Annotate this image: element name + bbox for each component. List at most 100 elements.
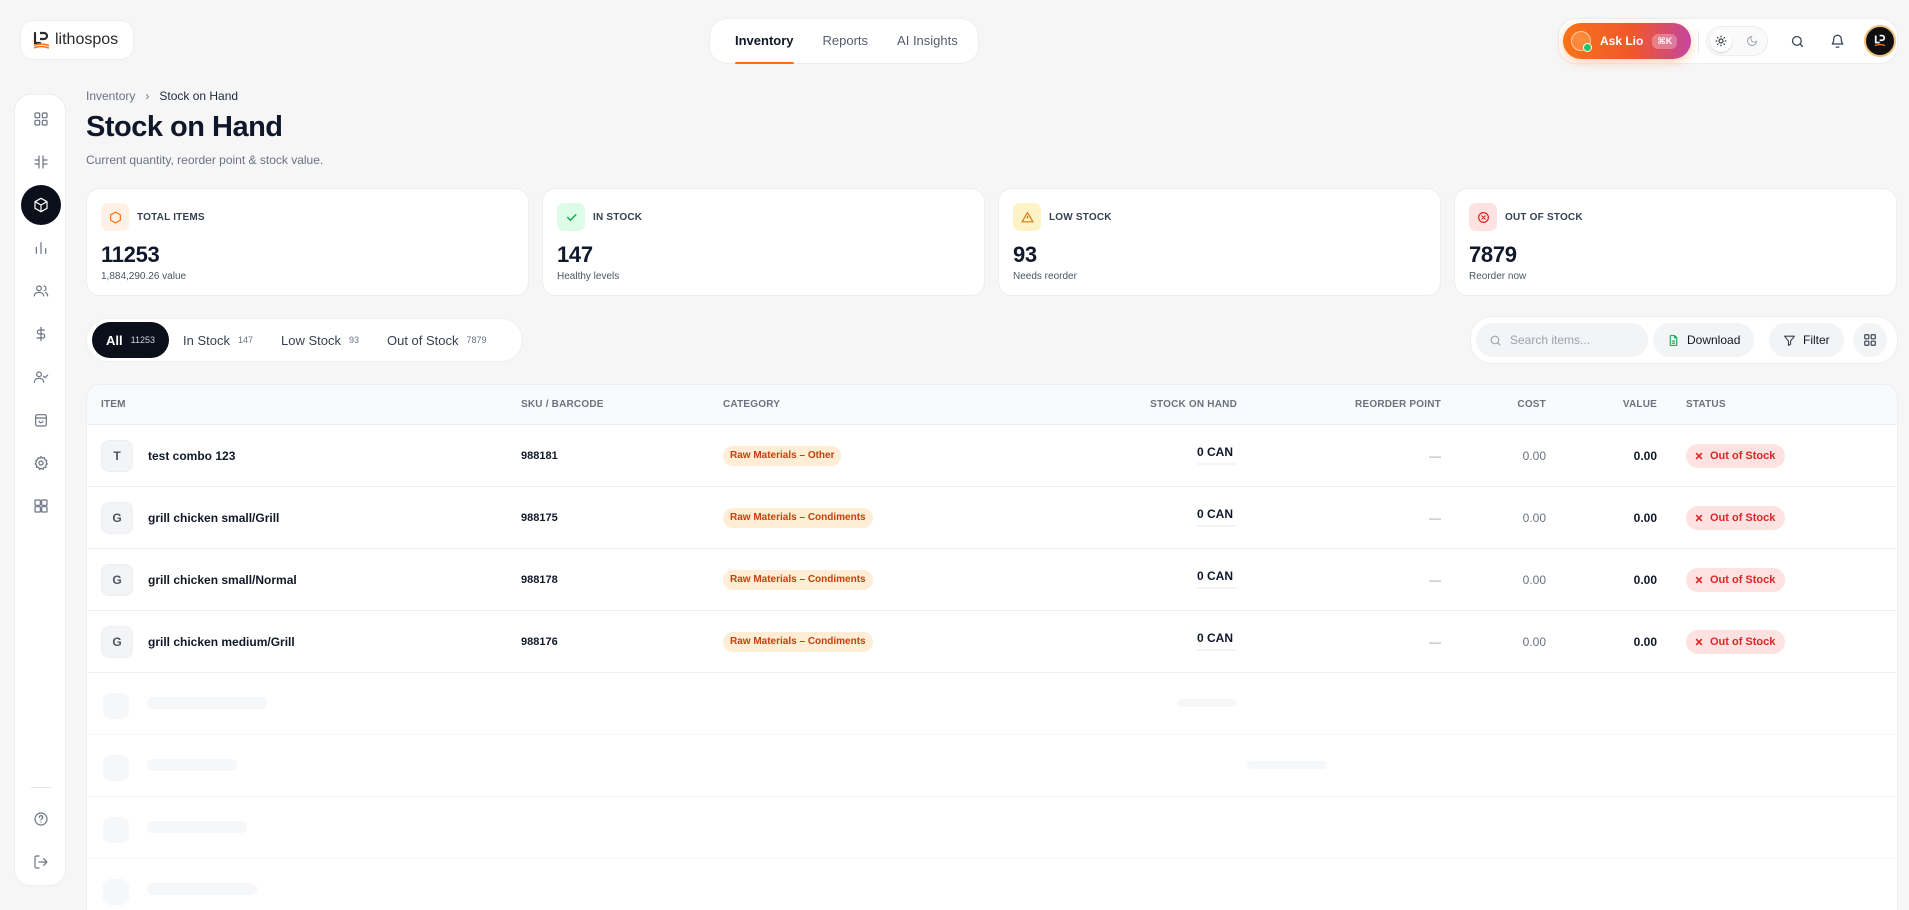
- logout-icon[interactable]: [21, 842, 61, 882]
- item-name[interactable]: grill chicken small/Normal: [148, 573, 297, 587]
- tab-ai-insights[interactable]: AI Insights: [897, 18, 958, 64]
- filter-icon: [1784, 335, 1795, 346]
- filter-count: 147: [237, 335, 253, 345]
- sidebar-box-icon[interactable]: [21, 185, 61, 225]
- stat-card-out-of-stock: OUT OF STOCK 7879 Reorder now: [1454, 188, 1897, 296]
- item-sku: 988175: [521, 512, 558, 524]
- filter-label: All: [106, 332, 123, 348]
- filter-all[interactable]: All 11253: [92, 322, 169, 358]
- divider: [1698, 31, 1699, 53]
- reorder-point: —: [1429, 449, 1441, 463]
- sun-icon[interactable]: [1710, 30, 1732, 52]
- stock-on-hand: 0 CAN: [1197, 445, 1237, 465]
- filter-label: Low Stock: [280, 332, 341, 348]
- item-sku: 988178: [521, 574, 558, 586]
- breadcrumb: Inventory › Stock on Hand: [86, 89, 238, 103]
- grid-view-icon: [1864, 334, 1876, 346]
- lio-orb-icon: [1571, 31, 1592, 52]
- search-icon[interactable]: [1786, 30, 1808, 52]
- item-avatar: G: [101, 502, 133, 534]
- sidebar-gear-icon[interactable]: [21, 443, 61, 483]
- status-badge: Out of Stock: [1686, 630, 1786, 654]
- filter-button[interactable]: Filter: [1769, 323, 1844, 357]
- table-header: ITEM SKU / BARCODE CATEGORY STOCK ON HAN…: [87, 385, 1897, 425]
- item-name[interactable]: grill chicken medium/Grill: [148, 635, 295, 649]
- sidebar-chart-icon[interactable]: [21, 228, 61, 268]
- tab-reports[interactable]: Reports: [823, 18, 869, 64]
- item-name[interactable]: grill chicken small/Grill: [148, 511, 279, 525]
- theme-toggle[interactable]: [1706, 26, 1768, 56]
- moon-icon[interactable]: [1741, 30, 1763, 52]
- stat-note: 1,884,290.26 value: [101, 271, 187, 282]
- user-avatar[interactable]: [1864, 25, 1896, 57]
- stat-value: 7879: [1469, 242, 1517, 267]
- sidebar-grid-icon[interactable]: [21, 142, 61, 182]
- sidebar-dashboard-icon[interactable]: [21, 99, 61, 139]
- col-category[interactable]: CATEGORY: [723, 399, 780, 410]
- table-row[interactable]: G grill chicken small/Grill 988175 Raw M…: [87, 487, 1897, 549]
- stat-value: 147: [557, 242, 593, 267]
- item-cost: 0.00: [1522, 635, 1546, 649]
- stock-on-hand: 0 CAN: [1197, 631, 1237, 651]
- hexagon-icon: [101, 203, 129, 231]
- breadcrumb-current: Stock on Hand: [159, 89, 239, 103]
- loading-row: [87, 735, 1897, 797]
- filter-out-of-stock[interactable]: Out of Stock 7879: [373, 322, 501, 358]
- sidebar-bag-icon[interactable]: [21, 400, 61, 440]
- sidebar-users-icon[interactable]: [21, 271, 61, 311]
- brand-logo[interactable]: lithospos: [20, 20, 134, 60]
- filter-label: Filter: [1803, 333, 1830, 347]
- filter-low-stock[interactable]: Low Stock 93: [267, 322, 373, 358]
- breadcrumb-parent[interactable]: Inventory: [86, 89, 135, 103]
- top-nav: Inventory Reports AI Insights: [709, 18, 979, 64]
- download-label: Download: [1687, 333, 1741, 347]
- stock-on-hand: 0 CAN: [1197, 569, 1237, 589]
- table-toolbar: Search items... Download Filter: [1470, 316, 1898, 364]
- col-cost[interactable]: COST: [1517, 399, 1546, 410]
- x-circle-icon: [1469, 203, 1497, 231]
- col-stock-on-hand[interactable]: STOCK ON HAND: [1150, 399, 1237, 410]
- status-filter-tabs: All 11253 In Stock 147 Low Stock 93 Out of …: [86, 318, 523, 362]
- search-input[interactable]: Search items...: [1476, 323, 1648, 357]
- col-value[interactable]: VALUE: [1623, 399, 1657, 410]
- sidebar: [14, 94, 66, 886]
- stat-card-in-stock: IN STOCK 147 Healthy levels: [542, 188, 985, 296]
- item-name[interactable]: test combo 123: [148, 449, 235, 463]
- col-item[interactable]: ITEM: [101, 399, 126, 410]
- sidebar-user-check-icon[interactable]: [21, 357, 61, 397]
- table-row[interactable]: T test combo 123 988181 Raw Materials – …: [87, 425, 1897, 487]
- stock-table: ITEM SKU / BARCODE CATEGORY STOCK ON HAN…: [86, 384, 1898, 910]
- status-label: Out of Stock: [1710, 450, 1776, 462]
- col-reorder-point[interactable]: REORDER POINT: [1355, 399, 1441, 410]
- filter-count: 11253: [130, 335, 155, 345]
- stat-note: Healthy levels: [557, 271, 620, 282]
- table-row[interactable]: G grill chicken medium/Grill 988176 Raw …: [87, 611, 1897, 673]
- view-toggle-button[interactable]: [1853, 323, 1887, 357]
- status-label: Out of Stock: [1710, 636, 1776, 648]
- brand-name: lithospos: [55, 31, 119, 48]
- col-status[interactable]: STATUS: [1686, 399, 1726, 410]
- item-avatar: G: [101, 564, 133, 596]
- top-actions: Ask Lio ⌘K: [1558, 18, 1898, 64]
- stat-label: IN STOCK: [593, 212, 643, 223]
- table-row[interactable]: G grill chicken small/Normal 988178 Raw …: [87, 549, 1897, 611]
- ask-lio-button[interactable]: Ask Lio ⌘K: [1563, 23, 1691, 59]
- tab-inventory[interactable]: Inventory: [735, 18, 794, 64]
- item-cost: 0.00: [1522, 449, 1546, 463]
- item-value: 0.00: [1633, 511, 1657, 525]
- sidebar-dollar-icon[interactable]: [21, 314, 61, 354]
- help-icon[interactable]: [21, 799, 61, 839]
- sidebar-apps-icon[interactable]: [21, 486, 61, 526]
- status-label: Out of Stock: [1710, 512, 1776, 524]
- download-button[interactable]: Download: [1653, 323, 1755, 357]
- col-sku[interactable]: SKU / BARCODE: [521, 399, 604, 410]
- item-avatar: G: [101, 626, 133, 658]
- bell-icon[interactable]: [1826, 30, 1848, 52]
- stat-label: OUT OF STOCK: [1505, 212, 1583, 223]
- filter-label: Out of Stock: [386, 332, 459, 348]
- filter-in-stock[interactable]: In Stock 147: [169, 322, 267, 358]
- reorder-point: —: [1429, 511, 1441, 525]
- stat-note: Needs reorder: [1013, 271, 1077, 282]
- stat-value: 93: [1013, 242, 1037, 267]
- category-badge: Raw Materials – Condiments: [723, 632, 873, 652]
